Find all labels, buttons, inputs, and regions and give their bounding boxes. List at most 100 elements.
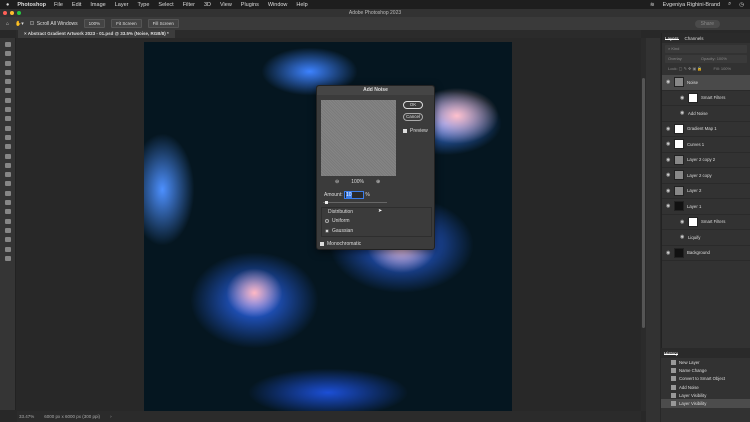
layer-row[interactable]: ◉ Smart Filters xyxy=(662,91,750,106)
history-item[interactable]: New Layer xyxy=(661,358,750,366)
uniform-radio[interactable]: Uniform xyxy=(325,218,350,224)
layer-row[interactable]: ◉ Smart Filters xyxy=(662,215,750,230)
ok-button[interactable]: OK xyxy=(403,101,423,109)
chevron-right-icon[interactable]: › xyxy=(110,414,112,419)
home-icon[interactable]: ⌂ xyxy=(6,21,9,27)
menu-select[interactable]: Select xyxy=(158,2,173,8)
apple-icon[interactable]: ● xyxy=(6,2,9,8)
monochromatic-checkbox[interactable]: Monochromatic xyxy=(320,241,361,247)
hand-tool-icon[interactable]: ✋▾ xyxy=(15,21,24,27)
search-icon[interactable]: ⌕ xyxy=(728,1,731,8)
document-tab[interactable]: × Abstract Gradient Artwork 2023 - 01.ps… xyxy=(18,30,175,38)
zoom-out-icon[interactable]: ⊖ xyxy=(335,179,339,185)
tool-icon[interactable] xyxy=(4,209,11,215)
eye-icon[interactable]: ◉ xyxy=(666,126,671,132)
eye-icon[interactable]: ◉ xyxy=(666,203,671,209)
wifi-icon[interactable]: ≋ xyxy=(650,2,655,8)
layer-row[interactable]: ◉ Layer 2 copy xyxy=(662,168,750,184)
clock-icon[interactable]: ◷ xyxy=(739,2,744,8)
tool-icon[interactable] xyxy=(4,246,11,252)
gaussian-radio[interactable]: Gaussian xyxy=(325,228,353,234)
tool-icon[interactable] xyxy=(4,190,11,196)
tool-icon[interactable] xyxy=(4,134,11,140)
share-button[interactable]: Share xyxy=(694,19,720,28)
menu-edit[interactable]: Edit xyxy=(72,2,81,8)
menu-layer[interactable]: Layer xyxy=(115,2,129,8)
eye-icon[interactable]: ◉ xyxy=(666,188,671,194)
tool-icon[interactable] xyxy=(4,237,11,243)
tab-layers[interactable]: Layers xyxy=(665,36,679,41)
tool-icon[interactable] xyxy=(4,79,11,85)
menu-image[interactable]: Image xyxy=(90,2,105,8)
close-button[interactable] xyxy=(3,11,7,15)
tool-icon[interactable] xyxy=(4,69,11,75)
zoom-100-button[interactable]: 100% xyxy=(83,19,106,28)
tool-icon[interactable] xyxy=(4,144,11,150)
preview-checkbox[interactable]: Preview xyxy=(403,128,428,134)
tool-icon[interactable] xyxy=(4,125,11,131)
eye-icon[interactable]: ◉ xyxy=(666,250,671,256)
eye-icon[interactable]: ◉ xyxy=(680,95,685,101)
eye-icon[interactable]: ◉ xyxy=(666,172,671,178)
tool-icon[interactable] xyxy=(4,97,11,103)
tool-icon[interactable] xyxy=(4,227,11,233)
eye-icon[interactable]: ◉ xyxy=(680,219,685,225)
menu-type[interactable]: Type xyxy=(137,2,149,8)
tool-icon[interactable] xyxy=(4,116,11,122)
layer-filter[interactable]: ⌕ Kind xyxy=(665,45,747,53)
tab-channels[interactable]: Channels xyxy=(685,36,704,41)
layer-row[interactable]: ◉ Liquify xyxy=(662,230,750,246)
history-item[interactable]: Convert to Smart Object xyxy=(661,375,750,383)
layer-row[interactable]: ◉ Add Noise xyxy=(662,106,750,122)
history-item[interactable]: Name Change xyxy=(661,366,750,374)
eye-icon[interactable]: ◉ xyxy=(666,141,671,147)
zoom-button[interactable] xyxy=(17,11,21,15)
menu-file[interactable]: File xyxy=(54,2,63,8)
history-item[interactable]: Layer Visibility xyxy=(661,399,750,408)
zoom-in-icon[interactable]: ⊕ xyxy=(376,179,380,185)
menu-plugins[interactable]: Plugins xyxy=(241,2,259,8)
layer-row[interactable]: ◉ Noise xyxy=(662,75,750,91)
eye-icon[interactable]: ◉ xyxy=(680,234,685,240)
menu-window[interactable]: Window xyxy=(268,2,288,8)
tool-icon[interactable] xyxy=(4,162,11,168)
tool-icon[interactable] xyxy=(4,255,11,261)
menu-view[interactable]: View xyxy=(220,2,232,8)
zoom-level[interactable]: 33.47% xyxy=(19,414,34,419)
amount-slider[interactable] xyxy=(323,201,387,204)
minimize-button[interactable] xyxy=(10,11,14,15)
scroll-all-checkbox[interactable]: Scroll All Windows xyxy=(29,21,78,27)
layer-row[interactable]: ◉ Curves 1 xyxy=(662,137,750,153)
menu-help[interactable]: Help xyxy=(296,2,307,8)
layer-row[interactable]: ◉ Layer 2 copy 2 xyxy=(662,153,750,168)
menu-filter[interactable]: Filter xyxy=(183,2,195,8)
tool-icon[interactable] xyxy=(4,200,11,206)
eye-icon[interactable]: ◉ xyxy=(666,79,671,85)
user-name[interactable]: Evgeniya Righini-Brand xyxy=(663,2,720,8)
layer-row[interactable]: ◉ Layer 1 xyxy=(662,199,750,215)
noise-preview[interactable] xyxy=(321,100,396,176)
eye-icon[interactable]: ◉ xyxy=(666,157,671,163)
tool-icon[interactable] xyxy=(4,60,11,66)
tool-icon[interactable] xyxy=(4,51,11,57)
tool-icon[interactable] xyxy=(4,181,11,187)
tool-icon[interactable] xyxy=(4,218,11,224)
menu-3d[interactable]: 3D xyxy=(204,2,211,8)
amount-input[interactable]: 10 xyxy=(344,191,365,199)
history-item[interactable]: Layer Visibility xyxy=(661,391,750,399)
tool-icon[interactable] xyxy=(4,153,11,159)
tool-icon[interactable] xyxy=(4,172,11,178)
blend-mode-select[interactable]: Overlay Opacity: 100% xyxy=(665,55,747,63)
tool-icon[interactable] xyxy=(4,88,11,94)
menu-app[interactable]: Photoshop xyxy=(17,2,46,8)
eye-icon[interactable]: ◉ xyxy=(680,110,685,116)
layer-row[interactable]: ◉ Background xyxy=(662,246,750,261)
layer-row[interactable]: ◉ Gradient Map 1 xyxy=(662,122,750,137)
fill-screen-button[interactable]: Fill Screen xyxy=(147,19,179,28)
tool-icon[interactable] xyxy=(4,42,11,47)
history-item[interactable]: Add Noise xyxy=(661,383,750,391)
fit-screen-button[interactable]: Fit Screen xyxy=(111,19,142,28)
layer-row[interactable]: ◉ Layer 2 xyxy=(662,184,750,199)
tool-icon[interactable] xyxy=(4,107,11,113)
cancel-button[interactable]: Cancel xyxy=(403,113,423,121)
